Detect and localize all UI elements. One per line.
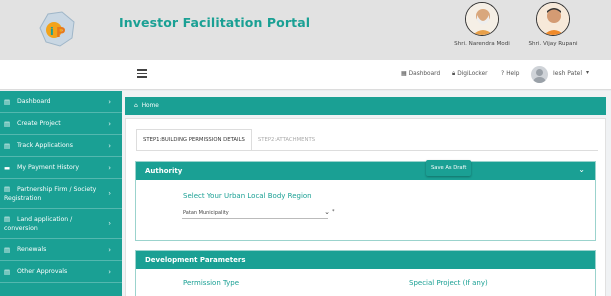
nav-help-link[interactable]: ? Help (501, 70, 519, 77)
lock-icon: 🔒︎ (452, 70, 456, 77)
breadcrumb: ⌂ Home (125, 97, 606, 115)
sidebar: ▤ Dashboard › ▤ Create Project › ▤ Track… (0, 91, 122, 296)
nav-help-label: Help (506, 70, 520, 77)
sidebar-item-label: Track Applications (17, 142, 73, 149)
hamburger-icon[interactable] (137, 69, 147, 78)
chevron-right-icon: › (108, 141, 111, 150)
special-project-label: Special Project (If any) (409, 279, 488, 287)
list-icon: ▤ (4, 119, 11, 128)
tab-divider (136, 150, 598, 151)
credit-card-icon: ▬ (4, 163, 11, 172)
help-icon: ? (501, 70, 505, 77)
navbar: ▦ Dashboard 🔒︎ DigiLocker ? Help Iesh Pa… (0, 60, 611, 90)
nav-dashboard-label: Dashboard (408, 70, 441, 77)
list-icon: ▤ (4, 245, 11, 254)
authority-header[interactable]: Authority ⌄ (136, 162, 595, 180)
leader-card: Shri. Vijay Rupani (518, 2, 588, 47)
sidebar-item-other-approvals[interactable]: ▤ Other Approvals › (0, 261, 122, 283)
sidebar-item-land-application[interactable]: ▤ Land application / conversion › (0, 209, 122, 239)
authority-title: Authority (145, 167, 183, 175)
leader-photo (536, 2, 570, 36)
list-icon: ▤ (4, 185, 11, 193)
leader-name: Shri. Narendra Modi (454, 41, 510, 47)
svg-text:P: P (56, 26, 66, 41)
sidebar-item-label: Renewals (17, 246, 47, 253)
sidebar-item-label: Create Project (17, 120, 61, 127)
chevron-right-icon: › (108, 267, 111, 276)
sidebar-item-label: Other Approvals (17, 268, 68, 275)
development-parameters-title: Development Parameters (145, 256, 246, 264)
user-name[interactable]: Iesh Patel (553, 70, 582, 77)
required-marker: * (332, 209, 335, 215)
sidebar-item-label: Partnership Firm / Society (17, 186, 97, 193)
chevron-right-icon: › (108, 163, 111, 172)
region-select-value: Patan Municipality (183, 209, 229, 216)
development-parameters-card: Development Parameters Permission Type S… (135, 250, 596, 296)
sidebar-item-create-project[interactable]: ▤ Create Project › (0, 113, 122, 135)
sidebar-item-label: Registration (4, 195, 42, 202)
sidebar-item-track-applications[interactable]: ▤ Track Applications › (0, 135, 122, 157)
list-icon: ▤ (4, 215, 11, 223)
dashboard-icon: ▦ (401, 70, 407, 77)
sidebar-item-label: My Payment History (17, 164, 80, 171)
breadcrumb-home[interactable]: Home (142, 103, 159, 109)
sidebar-item-payment-history[interactable]: ▬ My Payment History › (0, 157, 122, 179)
sidebar-item-partnership-registration[interactable]: ▤ Partnership Firm / Society Registratio… (0, 179, 122, 209)
chevron-right-icon: › (108, 189, 111, 197)
chevron-right-icon: › (108, 97, 111, 106)
save-as-draft-button[interactable]: Save As Draft (426, 160, 472, 176)
chevron-right-icon: › (108, 119, 111, 128)
avatar[interactable] (531, 66, 548, 83)
form-panel: STEP1:BUILDING PERMISSION DETAILS STEP2:… (125, 118, 606, 296)
tab-attachments[interactable]: STEP2:ATTACHMENTS (252, 129, 321, 151)
region-label: Select Your Urban Local Body Region (183, 192, 312, 200)
chevron-right-icon: › (108, 219, 111, 227)
home-icon[interactable]: ⌂ (134, 103, 138, 109)
leader-card: Shri. Narendra Modi (447, 2, 517, 47)
main-content: ⌂ Home STEP1:BUILDING PERMISSION DETAILS… (122, 91, 611, 296)
authority-card: Authority ⌄ Select Your Urban Local Body… (135, 161, 596, 241)
list-icon: ▤ (4, 141, 11, 150)
svg-text:i: i (50, 25, 54, 38)
step-tabs: STEP1:BUILDING PERMISSION DETAILS STEP2:… (136, 129, 321, 151)
sidebar-item-label: conversion (4, 225, 38, 232)
tab-building-permission-details[interactable]: STEP1:BUILDING PERMISSION DETAILS (136, 129, 252, 151)
region-select[interactable]: Patan Municipality ⌄ (182, 207, 330, 219)
permission-type-label: Permission Type (183, 279, 240, 287)
development-parameters-header[interactable]: Development Parameters (136, 251, 595, 269)
chevron-down-icon[interactable]: ⌄ (578, 165, 585, 174)
nav-digilocker-link[interactable]: 🔒︎ DigiLocker (452, 70, 488, 78)
chevron-right-icon: › (108, 245, 111, 254)
list-icon: ▤ (4, 97, 11, 106)
portal-logo[interactable]: i P (36, 8, 78, 50)
list-icon: ▤ (4, 267, 11, 276)
nav-dashboard-link[interactable]: ▦ Dashboard (401, 70, 440, 77)
sidebar-item-label: Land application / (17, 216, 73, 223)
chevron-down-icon[interactable]: ▾ (586, 69, 589, 76)
sidebar-item-label: Dashboard (17, 98, 51, 105)
leader-name: Shri. Vijay Rupani (528, 41, 578, 47)
chevron-down-icon[interactable]: ⌄ (324, 208, 330, 216)
sidebar-item-dashboard[interactable]: ▤ Dashboard › (0, 91, 122, 113)
leader-photo (465, 2, 499, 36)
sidebar-item-renewals[interactable]: ▤ Renewals › (0, 239, 122, 261)
top-header: i P Investor Facilitation Portal Shri. N… (0, 0, 611, 60)
portal-title: Investor Facilitation Portal (119, 15, 311, 30)
nav-digilocker-label: DigiLocker (457, 71, 488, 77)
